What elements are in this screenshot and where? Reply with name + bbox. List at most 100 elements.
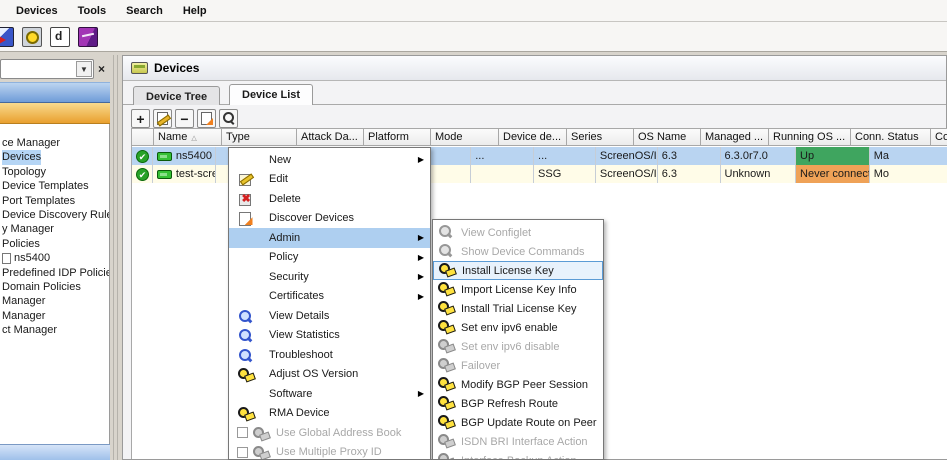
col-conn-status[interactable]: Conn. Status (851, 129, 931, 146)
menu-item-security[interactable]: Security ▶ (229, 267, 430, 287)
tab-device-list[interactable]: Device List (229, 84, 314, 105)
menu-help[interactable]: Help (173, 2, 217, 20)
device-icon (156, 169, 172, 179)
submenu-item-isdn-bri-interface-action: ISDN BRI Interface Action (433, 432, 603, 451)
navigation-tree: ce Manager Devices Topology Device Templ… (0, 124, 110, 444)
col-managed[interactable]: Managed ... (701, 129, 769, 146)
edit-button[interactable] (153, 109, 172, 128)
submenu-item-set-env-ipv6-enable[interactable]: Set env ipv6 enable (433, 318, 603, 337)
submenu-arrow-icon: ▶ (417, 252, 424, 262)
menu-item-troubleshoot[interactable]: Troubleshoot (229, 345, 430, 365)
submenu-item-bgp-refresh-route[interactable]: BGP Refresh Route (433, 394, 603, 413)
tree-item-device-templates[interactable]: Device Templates (0, 179, 109, 193)
magnifier-icon (238, 309, 253, 323)
chevron-down-icon[interactable]: ▼ (76, 61, 92, 77)
find-button[interactable] (219, 109, 238, 128)
menu-search[interactable]: Search (116, 2, 173, 20)
menu-item-admin[interactable]: Admin ▶ (229, 228, 430, 248)
main-toolbar (0, 22, 947, 52)
menu-item-view-statistics[interactable]: View Statistics (229, 326, 430, 346)
magnifier-icon (238, 328, 253, 342)
submenu-item-import-license-key-info[interactable]: Import License Key Info (433, 280, 603, 299)
submenu-item-modify-bgp-peer-session[interactable]: Modify BGP Peer Session (433, 375, 603, 394)
device-context-menu: New▶ Edit Delete Discover Devices Admin▶… (228, 147, 431, 460)
tree-item-predefined-idp-policies[interactable]: Predefined IDP Policies (0, 266, 109, 280)
col-attack-database[interactable]: Attack Da... (297, 129, 364, 146)
sort-ascending-icon: △ (191, 135, 197, 142)
col-name[interactable]: Name △ (154, 129, 222, 146)
submenu-item-failover: Failover (433, 356, 603, 375)
book-icon[interactable] (77, 26, 99, 48)
menu-item-adjust-os-version[interactable]: Adjust OS Version (229, 365, 430, 385)
edit-table-button[interactable] (197, 109, 216, 128)
submenu-arrow-icon: ▶ (417, 389, 424, 399)
menu-item-delete[interactable]: Delete (229, 189, 430, 209)
col-type[interactable]: Type (222, 129, 297, 146)
keys-icon (237, 406, 253, 420)
col-mode[interactable]: Mode (431, 129, 499, 146)
sidebar-splitter[interactable] (112, 55, 121, 460)
tab-device-tree[interactable]: Device Tree (133, 86, 221, 105)
menu-item-use-multiple-proxy-id: Use Multiple Proxy ID (229, 443, 430, 460)
remove-button[interactable] (175, 109, 194, 128)
find-icon (222, 112, 235, 125)
tree-item-ns5400[interactable]: ns5400 (0, 251, 109, 265)
accordion-header-top[interactable] (0, 82, 110, 103)
col-platform[interactable]: Platform (364, 129, 431, 146)
keys-icon (438, 414, 453, 428)
menu-item-discover-devices[interactable]: Discover Devices (229, 209, 430, 229)
green-check-icon: ✔ (136, 167, 149, 181)
tree-item-policy-manager[interactable]: y Manager (0, 222, 109, 236)
domain-combobox[interactable]: ▼ (0, 59, 94, 79)
menu-item-certificates[interactable]: Certificates ▶ (229, 287, 430, 307)
edit-icon (238, 172, 253, 187)
menu-item-edit[interactable]: Edit (229, 170, 430, 190)
keys-icon (438, 357, 453, 371)
document-edit-icon[interactable] (49, 26, 71, 48)
submenu-item-install-license-key[interactable]: Install License Key (433, 261, 603, 280)
submenu-item-show-device-commands: Show Device Commands (433, 242, 603, 261)
accordion-header-bottom[interactable] (0, 444, 110, 460)
col-os-name[interactable]: OS Name (634, 129, 701, 146)
tree-item-manager-1[interactable]: Manager (0, 294, 109, 308)
col-status[interactable] (132, 129, 154, 146)
submenu-item-bgp-update-route-on-peer[interactable]: BGP Update Route on Peer (433, 413, 603, 432)
table-header-row: Name △ Type Attack Da... Platform Mode De… (132, 129, 947, 147)
close-icon[interactable]: × (98, 62, 105, 76)
tree-item-policies[interactable]: Policies (0, 237, 109, 251)
admin-submenu: View Configlet Show Device Commands Inst… (432, 219, 604, 460)
menu-item-new[interactable]: New ▶ (229, 150, 430, 170)
add-button[interactable] (131, 109, 150, 128)
tree-item-device-manager[interactable]: ce Manager (0, 136, 109, 150)
menu-devices[interactable]: Devices (6, 2, 68, 20)
cell-name: test-screen (153, 165, 216, 183)
tree-item-domain-policies[interactable]: Domain Policies (0, 280, 109, 294)
edit-icon (157, 112, 168, 125)
tree-item-devices[interactable]: Devices (0, 150, 109, 165)
keys-icon (237, 367, 253, 381)
tree-item-device-discovery-rules[interactable]: Device Discovery Rules (0, 208, 109, 222)
menu-item-software[interactable]: Software ▶ (229, 384, 430, 404)
device-gear-icon[interactable] (21, 26, 43, 48)
menu-item-policy[interactable]: Policy ▶ (229, 248, 430, 268)
tree-item-port-templates[interactable]: Port Templates (0, 194, 109, 208)
menu-tools[interactable]: Tools (68, 2, 117, 20)
device-list-toolbar (131, 109, 238, 128)
device-import-icon[interactable] (0, 26, 15, 48)
tree-item-manager-2[interactable]: Manager (0, 309, 109, 323)
tree-item-object-manager[interactable]: ct Manager (0, 323, 109, 337)
accordion-header-configure[interactable] (0, 103, 110, 124)
device-icon (156, 151, 172, 161)
keys-icon (438, 300, 453, 314)
keys-icon (438, 338, 453, 352)
menu-item-rma-device[interactable]: RMA Device (229, 404, 430, 424)
menu-item-view-details[interactable]: View Details (229, 306, 430, 326)
checkbox-icon (237, 446, 248, 458)
col-running-os[interactable]: Running OS ... (769, 129, 851, 146)
tree-item-topology[interactable]: Topology (0, 165, 109, 179)
col-device-details[interactable]: Device de... (499, 129, 567, 146)
checkbox-icon (237, 427, 248, 439)
submenu-item-install-trial-license-key[interactable]: Install Trial License Key (433, 299, 603, 318)
col-config-status[interactable]: Co (931, 129, 947, 146)
col-series[interactable]: Series (567, 129, 634, 146)
